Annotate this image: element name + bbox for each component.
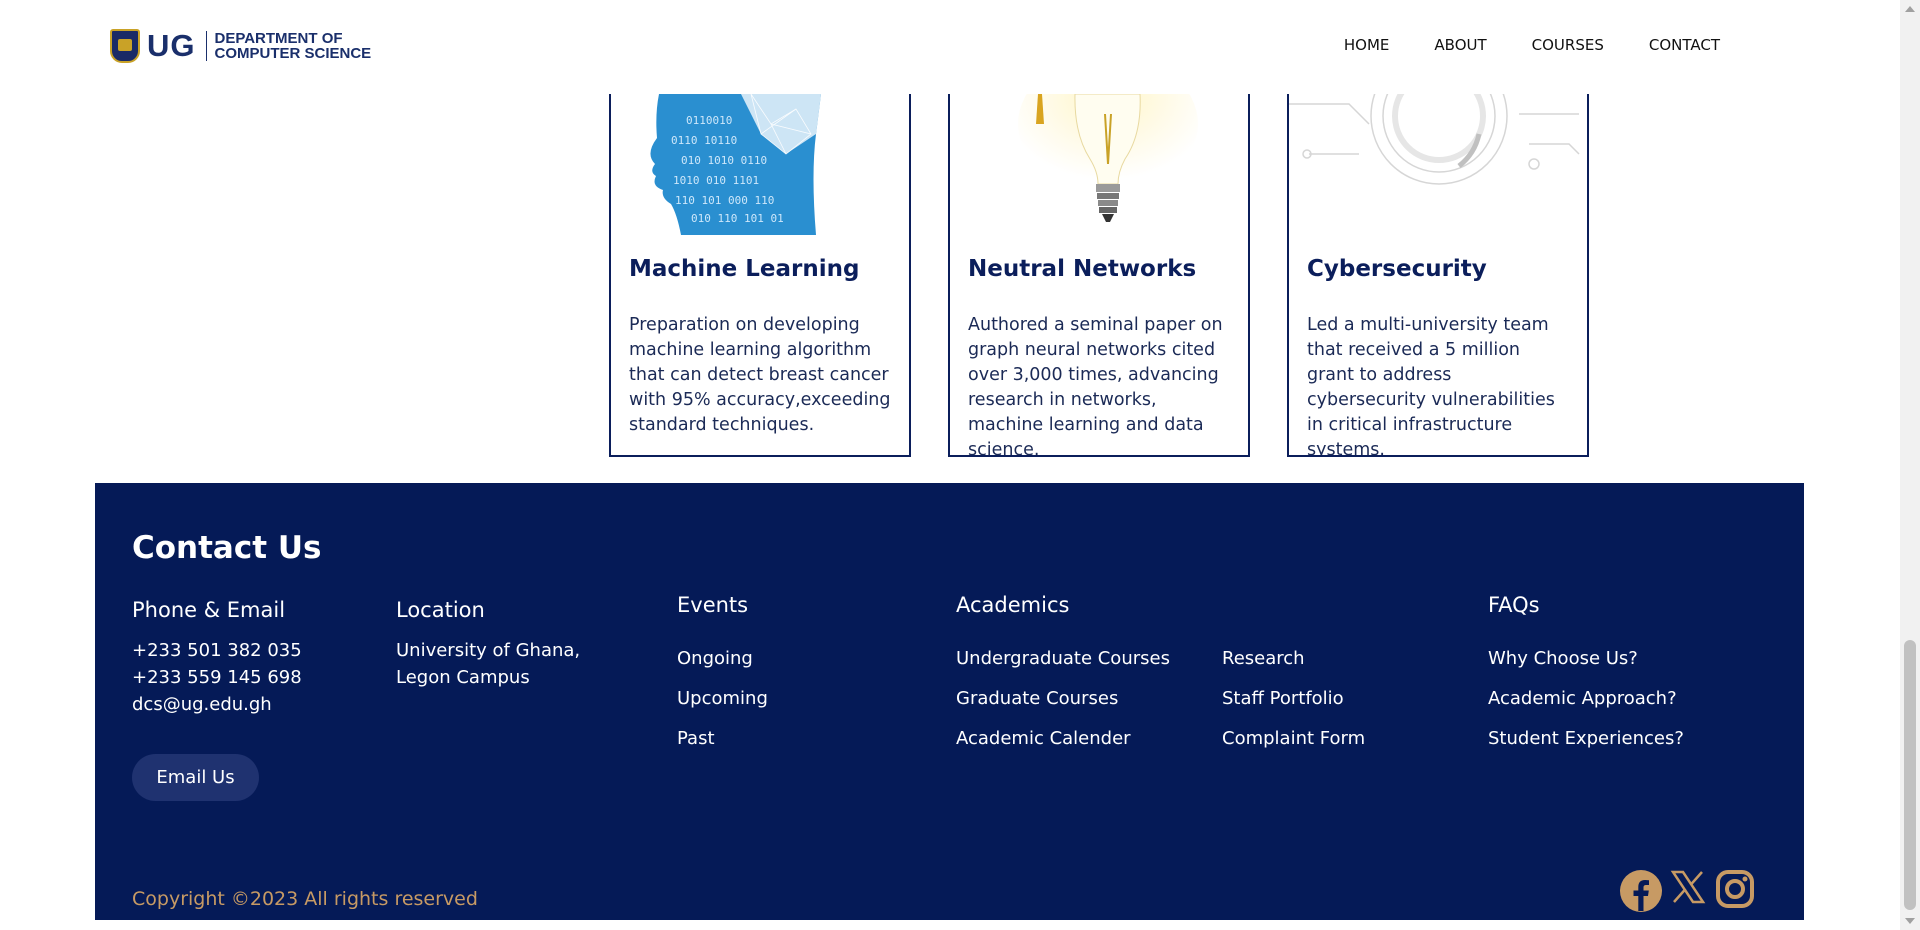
site-footer: Contact Us Phone & Email +233 501 382 03… [95, 483, 1804, 920]
card-description: Preparation on developing machine learni… [629, 315, 891, 435]
svg-text:0110010: 0110010 [686, 114, 732, 127]
faqs-heading: FAQs [1488, 593, 1540, 617]
x-icon[interactable] [1670, 869, 1706, 905]
svg-text:010 110 101 01: 010 110 101 01 [691, 212, 784, 225]
ug-logo[interactable]: UG DEPARTMENT OF COMPUTER SCIENCE [110, 28, 371, 64]
svg-text:010 1010 0110: 010 1010 0110 [681, 154, 767, 167]
copyright-text: Copyright ©2023 All rights reserved [132, 888, 478, 910]
faq-link-why-choose-us[interactable]: Why Choose Us? [1488, 648, 1638, 669]
phone-2: +233 559 145 698 [132, 667, 302, 688]
academics-link-complaint-form[interactable]: Complaint Form [1222, 728, 1365, 749]
svg-text:1010 010 1101: 1010 010 1101 [673, 174, 759, 187]
email-us-button[interactable]: Email Us [132, 754, 259, 801]
scroll-down-arrow-icon[interactable] [1905, 918, 1915, 924]
page-scrollbar[interactable] [1900, 0, 1920, 930]
circuit-ring-image [1289, 94, 1587, 235]
svg-text:0110 10110: 0110 10110 [671, 134, 737, 147]
department-name: DEPARTMENT OF COMPUTER SCIENCE [215, 31, 372, 61]
card-title: Machine Learning [629, 256, 860, 282]
academics-heading: Academics [956, 593, 1070, 617]
location-line-2: Legon Campus [396, 667, 530, 688]
crest-icon [110, 29, 140, 63]
nav-about[interactable]: ABOUT [1434, 36, 1486, 54]
card-description: Authored a seminal paper on graph neural… [968, 315, 1223, 457]
lightbulb-image [950, 94, 1248, 235]
instagram-icon[interactable] [1715, 869, 1755, 909]
location-heading: Location [396, 598, 485, 622]
phone-1: +233 501 382 035 [132, 640, 302, 661]
scrollbar-thumb[interactable] [1904, 640, 1916, 910]
dept-line-1: DEPARTMENT OF [214, 30, 343, 47]
nav-home[interactable]: HOME [1344, 36, 1390, 54]
logo-text: UG [147, 28, 196, 63]
research-card-machine-learning: 0110010 0110 10110 010 1010 0110 1010 01… [609, 94, 911, 457]
card-title: Cybersecurity [1307, 256, 1487, 282]
site-header: UG DEPARTMENT OF COMPUTER SCIENCE HOME A… [0, 0, 1900, 94]
research-card-neural-networks: Neutral Networks Authored a seminal pape… [948, 94, 1250, 457]
academics-link-undergraduate[interactable]: Undergraduate Courses [956, 648, 1170, 669]
phone-email-heading: Phone & Email [132, 598, 286, 622]
events-link-past[interactable]: Past [677, 728, 715, 749]
academics-link-calender[interactable]: Academic Calender [956, 728, 1131, 749]
facebook-icon[interactable] [1619, 869, 1663, 913]
contact-title: Contact Us [132, 530, 322, 566]
academics-link-graduate[interactable]: Graduate Courses [956, 688, 1118, 709]
dept-line-2: COMPUTER SCIENCE [214, 45, 372, 62]
card-description: Led a multi-university team that receive… [1307, 315, 1555, 457]
nav-contact[interactable]: CONTACT [1649, 36, 1720, 54]
events-link-ongoing[interactable]: Ongoing [677, 648, 753, 669]
nav-courses[interactable]: COURSES [1532, 36, 1604, 54]
faq-link-student-experiences[interactable]: Student Experiences? [1488, 728, 1684, 749]
research-card-cybersecurity: Cybersecurity Led a multi-university tea… [1287, 94, 1589, 457]
logo-divider [205, 31, 207, 61]
faq-link-academic-approach[interactable]: Academic Approach? [1488, 688, 1677, 709]
events-link-upcoming[interactable]: Upcoming [677, 688, 768, 709]
card-title: Neutral Networks [968, 256, 1197, 282]
location-line-1: University of Ghana, [396, 640, 581, 661]
events-heading: Events [677, 593, 749, 617]
academics-link-research[interactable]: Research [1222, 648, 1305, 669]
scroll-up-arrow-icon[interactable] [1905, 6, 1915, 12]
academics-link-staff-portfolio[interactable]: Staff Portfolio [1222, 688, 1344, 709]
binary-head-image: 0110010 0110 10110 010 1010 0110 1010 01… [611, 94, 909, 235]
email-address[interactable]: dcs@ug.edu.gh [132, 691, 272, 718]
main-nav: HOME ABOUT COURSES CONTACT [1299, 36, 1720, 54]
svg-text:110 101 000 110: 110 101 000 110 [675, 194, 774, 207]
